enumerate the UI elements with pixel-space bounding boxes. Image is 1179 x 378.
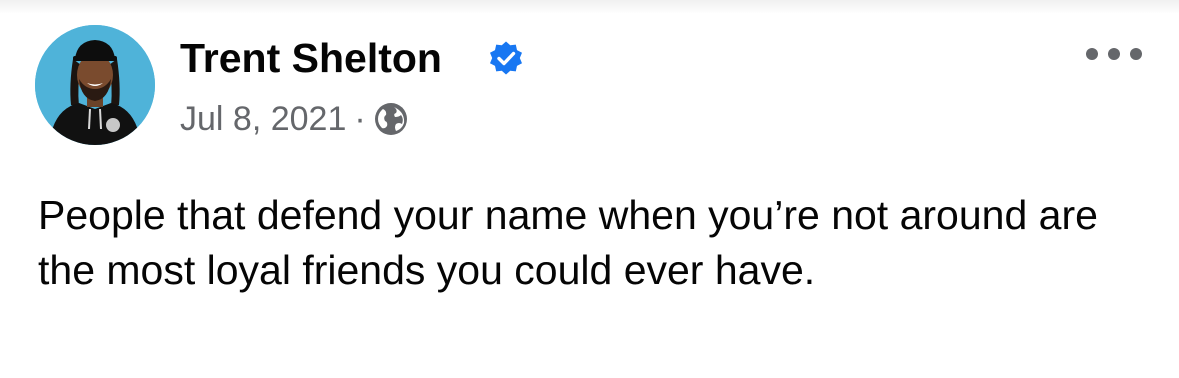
post-meta: Jul 8, 2021 · — [180, 96, 408, 142]
globe-icon[interactable] — [374, 102, 408, 136]
avatar-photo — [35, 25, 155, 145]
more-dot-icon — [1130, 48, 1142, 60]
meta-separator: · — [354, 99, 366, 138]
facebook-post: Trent Shelton Jul 8, 2021 · People that … — [0, 0, 1179, 378]
verified-badge-icon — [490, 41, 522, 75]
author-name[interactable]: Trent Shelton — [180, 32, 442, 84]
post-text: People that defend your name when you’re… — [38, 192, 1098, 293]
more-dot-icon — [1108, 48, 1120, 60]
more-dot-icon — [1086, 48, 1098, 60]
more-options-button[interactable] — [1086, 40, 1142, 68]
avatar[interactable] — [35, 25, 155, 145]
post-date[interactable]: Jul 8, 2021 — [180, 100, 346, 139]
